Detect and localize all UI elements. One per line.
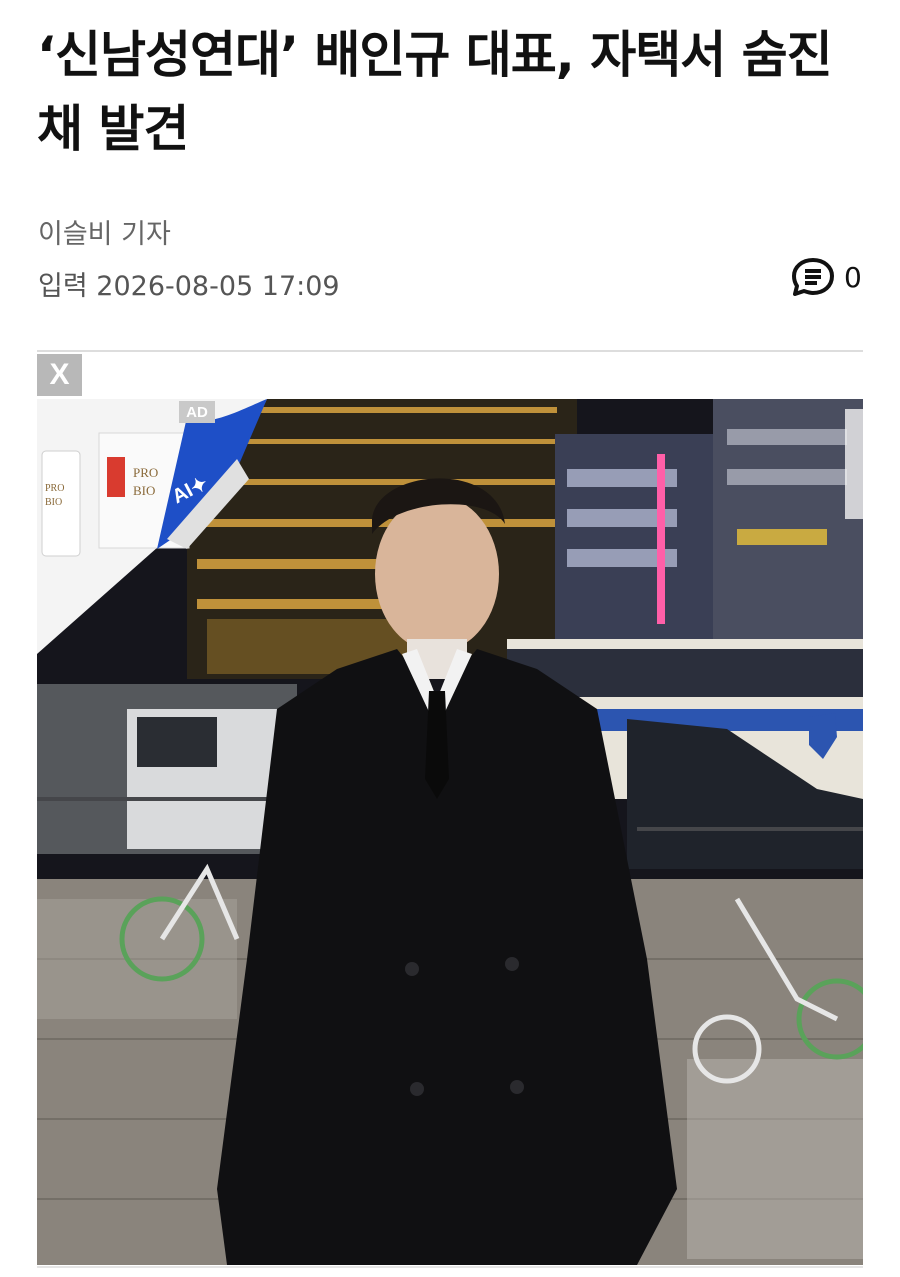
date-value: 2026-08-05 17:09 bbox=[96, 271, 340, 302]
svg-text:PRO: PRO bbox=[133, 465, 158, 480]
ai-label: AI bbox=[168, 479, 197, 508]
article-date: 입력 2026-08-05 17:09 bbox=[38, 264, 340, 303]
ad-product-image: PRO BIO PRO BIO bbox=[37, 399, 267, 654]
date-label: 입력 bbox=[38, 271, 88, 302]
header-divider bbox=[37, 350, 863, 352]
close-icon: X bbox=[49, 358, 70, 391]
svg-text:PRO: PRO bbox=[45, 483, 64, 494]
comment-count: 0 bbox=[844, 260, 862, 294]
photo-bottom-border bbox=[37, 1266, 863, 1268]
article-photo: PRO BIO PRO BIO AD AI ✦ bbox=[37, 399, 863, 1265]
article-headline: ‘신남성연대’ 배인규 대표, 자택서 숨진 채 발견 bbox=[37, 26, 833, 158]
svg-text:BIO: BIO bbox=[45, 497, 62, 508]
svg-text:BIO: BIO bbox=[133, 483, 155, 498]
comment-bubble-icon bbox=[792, 258, 834, 296]
ad-close-button[interactable]: X bbox=[37, 354, 82, 396]
ad-peel-banner[interactable]: PRO BIO PRO BIO AD AI ✦ bbox=[37, 399, 277, 669]
ad-badge: AD bbox=[179, 401, 215, 423]
comments-button[interactable]: 0 bbox=[790, 256, 862, 298]
article-byline[interactable]: 이슬비 기자 bbox=[38, 212, 171, 251]
